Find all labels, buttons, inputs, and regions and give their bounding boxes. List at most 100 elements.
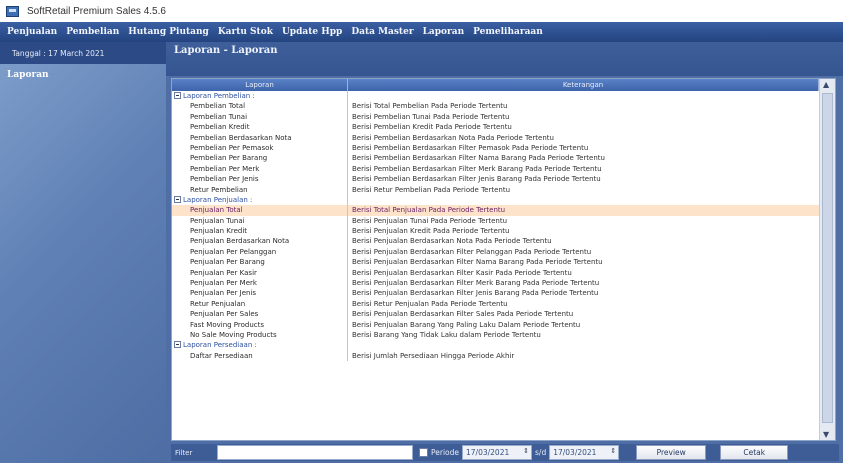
spin-icon[interactable]: ⇕ — [523, 447, 529, 455]
cell-keterangan: Berisi Penjualan Berdasarkan Filter Sale… — [352, 310, 574, 319]
scroll-up-icon[interactable]: ▲ — [823, 80, 829, 89]
filter-input[interactable] — [217, 445, 413, 460]
cell-laporan[interactable]: Penjualan Per Sales — [172, 309, 348, 320]
group-row[interactable]: Laporan Penjualan : — [172, 194, 819, 206]
table-row[interactable]: No Sale Moving Products Berisi Barang Yan… — [172, 329, 819, 341]
cell-laporan[interactable]: Penjualan Per Kasir — [172, 267, 348, 279]
table-row[interactable]: Retur Penjualan Berisi Retur Penjualan Pa… — [172, 298, 819, 310]
cell-laporan-text: Pembelian Berdasarkan Nota — [190, 133, 292, 142]
table-row[interactable]: Pembelian Per Jenis Berisi Pembelian Berd… — [172, 174, 819, 185]
table-row[interactable]: Fast Moving Products Berisi Penjualan Bar… — [172, 319, 819, 330]
periode-checkbox[interactable] — [419, 448, 428, 457]
table-row[interactable]: Penjualan Per Jenis Berisi Penjualan Berd… — [172, 288, 819, 299]
table-row[interactable]: Pembelian Tunai Berisi Pembelian Tunai Pa… — [172, 111, 819, 123]
menu-bar: Penjualan Pembelian Hutang Piutang Kartu… — [0, 22, 843, 42]
table-row[interactable]: Penjualan Per Pelanggan Berisi Penjualan … — [172, 246, 819, 258]
group-row[interactable]: Laporan Pembelian : — [172, 91, 819, 102]
scroll-down-icon[interactable]: ▼ — [823, 430, 829, 439]
cell-laporan[interactable]: Pembelian Berdasarkan Nota — [172, 132, 348, 143]
cell-laporan-text: Pembelian Per Pemasok — [190, 143, 274, 152]
scrollbar-thumb[interactable] — [822, 93, 833, 423]
table-row[interactable]: Penjualan Per Merk Berisi Penjualan Berda… — [172, 278, 819, 289]
cetak-button[interactable]: Cetak — [720, 445, 789, 460]
collapse-icon[interactable] — [174, 92, 181, 99]
cell-laporan-text: Penjualan Kredit — [190, 227, 248, 236]
menu-laporan[interactable]: Laporan — [423, 27, 465, 37]
cell-laporan-text: Laporan Penjualan : — [183, 195, 253, 204]
date-to-field[interactable]: 17/03/2021 ⇕ — [549, 445, 620, 460]
cell-laporan[interactable]: Pembelian Total — [172, 101, 348, 112]
cell-laporan-text: Penjualan Per Barang — [190, 258, 265, 267]
cell-laporan[interactable]: Penjualan Total — [172, 205, 348, 216]
table-row[interactable]: Pembelian Per Pemasok Berisi Pembelian Be… — [172, 142, 819, 154]
cell-laporan-text: Pembelian Per Merk — [190, 164, 260, 173]
collapse-icon[interactable] — [174, 195, 181, 203]
cell-laporan[interactable]: Pembelian Per Pemasok — [172, 142, 348, 154]
cell-laporan[interactable]: Penjualan Per Jenis — [172, 288, 348, 299]
cell-laporan[interactable]: Laporan Penjualan : — [172, 194, 348, 206]
cell-keterangan: Berisi Retur Pembelian Pada Periode Tert… — [352, 185, 511, 194]
cell-laporan-text: No Sale Moving Products — [190, 330, 277, 339]
menu-kartu-stok[interactable]: Kartu Stok — [218, 27, 273, 37]
cell-laporan[interactable]: Penjualan Tunai — [172, 215, 348, 227]
date-label: Tanggal : 17 March 2021 — [0, 42, 166, 64]
collapse-icon[interactable] — [174, 341, 181, 349]
cell-keterangan: Berisi Jumlah Persediaan Hingga Periode … — [352, 351, 515, 360]
menu-hutang-piutang[interactable]: Hutang Piutang — [128, 27, 209, 37]
table-row[interactable]: Pembelian Per Merk Berisi Pembelian Berda… — [172, 163, 819, 175]
table-row[interactable]: Penjualan Total Berisi Total Penjualan Pa… — [172, 205, 819, 216]
table-row[interactable]: Penjualan Per Barang Berisi Penjualan Ber… — [172, 257, 819, 268]
sidebar-item-laporan[interactable]: Laporan — [7, 70, 49, 80]
spin-icon[interactable]: ⇕ — [610, 447, 616, 455]
date-to-value: 17/03/2021 — [553, 448, 597, 457]
cell-laporan[interactable]: Laporan Persediaan : — [172, 340, 348, 351]
menu-update-hpp[interactable]: Update Hpp — [282, 27, 342, 37]
cell-laporan-text: Fast Moving Products — [190, 320, 265, 329]
cell-laporan[interactable]: Penjualan Per Pelanggan — [172, 246, 348, 258]
table-row[interactable]: Penjualan Per Kasir Berisi Penjualan Berd… — [172, 267, 819, 279]
cell-laporan[interactable]: Retur Penjualan — [172, 298, 348, 310]
preview-button[interactable]: Preview — [636, 445, 707, 460]
cell-laporan[interactable]: Pembelian Per Jenis — [172, 174, 348, 185]
table-row[interactable]: Daftar Persediaan Berisi Jumlah Persediaa… — [172, 350, 819, 362]
group-row[interactable]: Laporan Persediaan : — [172, 340, 819, 351]
cell-laporan[interactable]: Pembelian Per Barang — [172, 153, 348, 164]
cell-keterangan: Berisi Total Pembelian Pada Periode Tert… — [352, 102, 508, 111]
menu-data-master[interactable]: Data Master — [351, 27, 413, 37]
menu-pembelian[interactable]: Pembelian — [66, 27, 119, 37]
column-header-keterangan[interactable]: Keterangan — [348, 79, 819, 91]
table-row[interactable]: Penjualan Per Sales Berisi Penjualan Berd… — [172, 309, 819, 320]
cell-keterangan — [348, 91, 819, 101]
cell-laporan[interactable]: Retur Pembelian — [172, 184, 348, 195]
page-title: Laporan - Laporan — [174, 45, 278, 56]
table-row[interactable]: Pembelian Total Berisi Total Pembelian Pa… — [172, 101, 819, 112]
cell-laporan[interactable]: Penjualan Per Barang — [172, 257, 348, 268]
cell-keterangan: Berisi Pembelian Berdasarkan Nota Pada P… — [352, 133, 554, 142]
cell-laporan[interactable]: Penjualan Berdasarkan Nota — [172, 236, 348, 247]
menu-pemeliharaan[interactable]: Pemeliharaan — [473, 27, 543, 37]
cell-laporan[interactable]: Pembelian Tunai — [172, 111, 348, 123]
cell-laporan[interactable]: Pembelian Per Merk — [172, 163, 348, 175]
table-row[interactable]: Retur Pembelian Berisi Retur Pembelian Pa… — [172, 184, 819, 195]
column-header-laporan[interactable]: Laporan — [172, 79, 348, 91]
date-from-field[interactable]: 17/03/2021 ⇕ — [462, 445, 533, 460]
cell-laporan[interactable]: Penjualan Kredit — [172, 226, 348, 237]
cell-laporan[interactable]: Fast Moving Products — [172, 319, 348, 330]
cell-keterangan: Berisi Penjualan Berdasarkan Filter Kasi… — [352, 268, 572, 277]
cell-laporan-text: Pembelian Per Barang — [190, 154, 268, 163]
vertical-scrollbar[interactable]: ▲ ▼ — [819, 79, 835, 440]
cell-laporan[interactable]: Penjualan Per Merk — [172, 278, 348, 289]
table-row[interactable]: Pembelian Kredit Berisi Pembelian Kredit … — [172, 122, 819, 133]
table-row[interactable]: Penjualan Berdasarkan Nota Berisi Penjual… — [172, 236, 819, 247]
cell-laporan[interactable]: Laporan Pembelian : — [172, 91, 348, 102]
cell-laporan[interactable]: No Sale Moving Products — [172, 329, 348, 341]
table-row[interactable]: Pembelian Berdasarkan Nota Berisi Pembeli… — [172, 132, 819, 143]
cell-laporan[interactable]: Daftar Persediaan — [172, 350, 348, 362]
cell-keterangan: Berisi Penjualan Barang Yang Paling Laku… — [352, 320, 581, 329]
table-row[interactable]: Pembelian Per Barang Berisi Pembelian Ber… — [172, 153, 819, 164]
cell-laporan[interactable]: Pembelian Kredit — [172, 122, 348, 133]
menu-penjualan[interactable]: Penjualan — [7, 27, 57, 37]
table-row[interactable]: Penjualan Tunai Berisi Penjualan Tunai Pa… — [172, 215, 819, 227]
cell-laporan-text: Retur Penjualan — [190, 299, 246, 308]
table-row[interactable]: Penjualan Kredit Berisi Penjualan Kredit … — [172, 226, 819, 237]
